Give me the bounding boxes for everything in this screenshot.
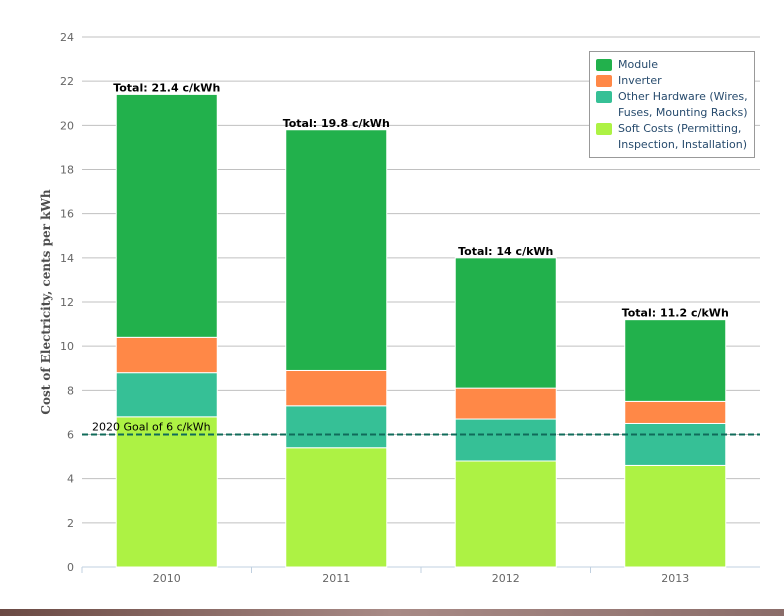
goal-label: 2020 Goal of 6 c/kWh — [92, 421, 211, 434]
bar-segment[interactable] — [285, 447, 388, 568]
legend-item[interactable]: Soft Costs (Permitting, Inspection, Inst… — [596, 121, 754, 153]
legend-swatch — [596, 75, 612, 87]
bar-segment[interactable] — [454, 387, 557, 420]
taskbar — [0, 609, 784, 616]
bar-segment[interactable] — [624, 400, 727, 424]
legend-label: Module — [618, 58, 658, 71]
bar-segment[interactable] — [115, 372, 218, 418]
legend-label: Other Hardware (Wires, Fuses, Mounting R… — [618, 90, 748, 119]
y-tick-label: 18 — [60, 164, 74, 177]
legend: Module Inverter Other Hardware (Wires, Fus… — [589, 51, 755, 158]
bar-segment[interactable] — [454, 257, 557, 389]
y-tick-label: 2 — [67, 517, 74, 530]
bar-segment[interactable] — [285, 369, 388, 407]
legend-swatch — [596, 91, 612, 103]
bar-segment[interactable] — [115, 336, 218, 374]
x-tick-label: 2013 — [661, 572, 689, 585]
y-tick-label: 22 — [60, 75, 74, 88]
y-tick-label: 6 — [67, 429, 74, 442]
legend-swatch — [596, 123, 612, 135]
y-tick-label: 14 — [60, 252, 74, 265]
bar-segment[interactable] — [624, 422, 727, 466]
bar-segment[interactable] — [285, 129, 388, 371]
legend-item[interactable]: Other Hardware (Wires, Fuses, Mounting R… — [596, 89, 754, 121]
y-axis-title: Cost of Electricity, cents per kWh — [39, 189, 53, 414]
bar-segment[interactable] — [624, 464, 727, 568]
bar-segment[interactable] — [285, 405, 388, 449]
y-tick-label: 0 — [67, 561, 74, 574]
y-tick-label: 12 — [60, 296, 74, 309]
legend-label: Soft Costs (Permitting, Inspection, Inst… — [618, 122, 748, 151]
bar-segment[interactable] — [624, 319, 727, 402]
y-tick-label: 10 — [60, 340, 74, 353]
x-tick-label: 2012 — [492, 572, 520, 585]
y-tick-label: 24 — [60, 31, 74, 44]
legend-swatch — [596, 59, 612, 71]
x-tick-label: 2011 — [322, 572, 350, 585]
bar-segment[interactable] — [454, 460, 557, 568]
total-label: Total: 19.8 c/kWh — [283, 117, 390, 130]
y-tick-label: 20 — [60, 119, 74, 132]
total-label: Total: 14 c/kWh — [458, 245, 553, 258]
bar-segment[interactable] — [115, 93, 218, 338]
bar-segment[interactable] — [115, 416, 218, 568]
legend-item[interactable]: Module — [596, 57, 754, 73]
y-tick-label: 8 — [67, 384, 74, 397]
y-tick-label: 4 — [67, 473, 74, 486]
y-tick-label: 16 — [60, 208, 74, 221]
legend-item[interactable]: Inverter — [596, 73, 754, 89]
legend-label: Inverter — [618, 74, 662, 87]
total-label: Total: 21.4 c/kWh — [113, 81, 220, 94]
x-tick-label: 2010 — [153, 572, 181, 585]
total-label: Total: 11.2 c/kWh — [622, 307, 729, 320]
bar-segment[interactable] — [454, 418, 557, 462]
